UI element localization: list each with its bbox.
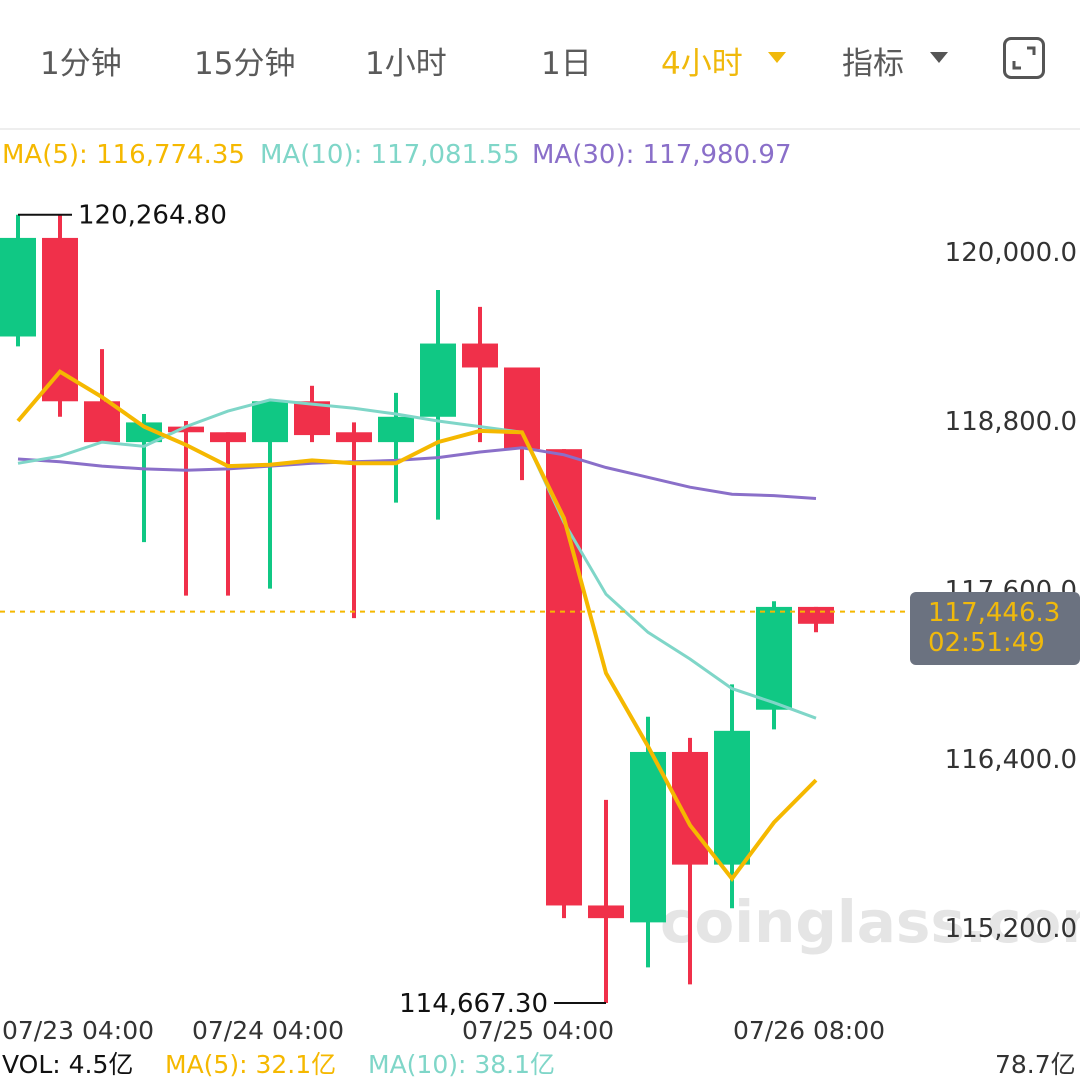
y-tick-label: 120,000.0 <box>945 238 1077 268</box>
y-tick-label: 116,400.0 <box>945 745 1077 775</box>
x-label-4: 07/26 08:00 <box>733 1016 886 1045</box>
volume-ma10: MA(10): 38.1亿 <box>368 1050 556 1079</box>
y-tick-label: 115,200.0 <box>945 914 1077 944</box>
candle-body <box>252 401 288 443</box>
current-price-badge: 117,446.3 02:51:49 <box>910 592 1080 665</box>
x-label-2: 07/24 04:00 <box>192 1016 345 1045</box>
candle-countdown: 02:51:49 <box>928 628 1045 658</box>
candle <box>378 392 414 503</box>
candle <box>168 421 204 596</box>
candle <box>504 367 540 481</box>
volume-ma5: MA(5): 32.1亿 <box>165 1050 337 1079</box>
candle-body <box>672 751 708 865</box>
candle-body <box>756 606 792 710</box>
candle-body <box>378 416 414 443</box>
x-label-1: 07/23 04:00 <box>2 1016 155 1045</box>
candle-body <box>210 432 246 443</box>
candle <box>0 214 36 347</box>
candle-body <box>798 606 834 624</box>
candle-body <box>336 432 372 443</box>
ma30-line <box>17 446 817 500</box>
volume-label: VOL: 4.5亿 <box>2 1050 134 1079</box>
candle-body <box>504 367 540 450</box>
candle <box>336 422 372 619</box>
candle-body <box>462 343 498 368</box>
candle-body <box>0 237 36 337</box>
candle <box>210 432 246 596</box>
candle-body <box>42 237 78 402</box>
candle <box>588 799 624 1004</box>
x-label-3: 07/25 04:00 <box>462 1016 615 1045</box>
candle <box>294 385 330 443</box>
candle <box>756 601 792 730</box>
y-tick-label: 118,800.0 <box>945 407 1077 437</box>
candle-body <box>588 905 624 919</box>
candle <box>462 306 498 443</box>
candle <box>420 290 456 520</box>
candle-body <box>630 751 666 923</box>
volume-max: 78.7亿 <box>995 1050 1076 1079</box>
candle-body <box>714 730 750 865</box>
candle <box>714 684 750 909</box>
candle-body <box>420 343 456 417</box>
high-price-label: 120,264.80 <box>78 201 227 231</box>
current-price-value: 117,446.3 <box>928 598 1061 628</box>
candlestick-chart[interactable]: coinglass.com 120,000.0118,800.0117,600.… <box>0 0 1080 1072</box>
low-price-label: 114,667.30 <box>399 989 548 1019</box>
ma10-line <box>17 398 817 720</box>
candle <box>252 401 288 589</box>
